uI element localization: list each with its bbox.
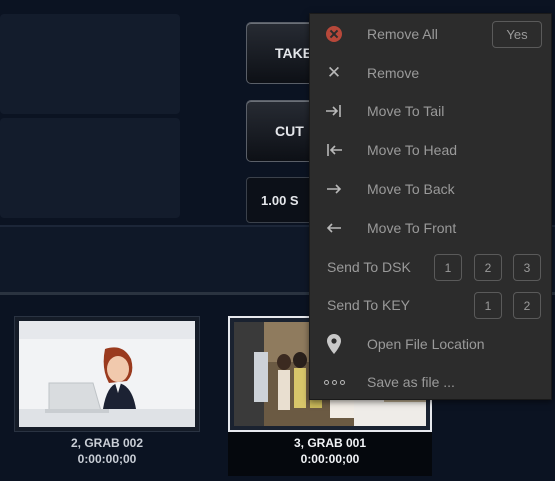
transition-duration-label: 1.00 S xyxy=(261,192,299,208)
menu-label: Move To Back xyxy=(367,181,455,197)
remove-all-icon xyxy=(324,24,344,44)
transition-duration-button[interactable]: 1.00 S xyxy=(246,177,318,223)
menu-label: Move To Front xyxy=(367,220,457,236)
media-title: 2, GRAB 002 xyxy=(70,436,144,450)
media-caption-2: 3, GRAB 001 0:00:00;00 xyxy=(237,435,423,467)
menu-label: Open File Location xyxy=(367,336,485,352)
media-timecode: 0:00:00;00 xyxy=(300,452,360,466)
map-pin-icon xyxy=(324,334,344,354)
menu-label: Remove xyxy=(367,65,420,81)
menu-label: Move To Head xyxy=(367,142,458,158)
media-timecode: 0:00:00;00 xyxy=(77,452,137,466)
media-title: 3, GRAB 001 xyxy=(293,436,367,450)
menu-label: Remove All xyxy=(367,26,438,42)
preview-panel-top xyxy=(0,14,180,114)
menu-label: Save as file ... xyxy=(367,374,455,390)
menu-item-move-to-tail[interactable]: Move To Tail xyxy=(310,93,553,129)
media-thumbnail xyxy=(19,321,195,427)
dsk-1-button[interactable]: 1 xyxy=(434,254,462,281)
close-icon: ✕ xyxy=(326,63,342,82)
key-1-button[interactable]: 1 xyxy=(474,292,502,319)
arrow-left-icon xyxy=(324,218,344,238)
media-caption-1: 2, GRAB 002 0:00:00;00 xyxy=(14,435,200,467)
key-2-button[interactable]: 2 xyxy=(513,292,541,319)
dsk-3-button[interactable]: 3 xyxy=(513,254,541,281)
menu-item-move-to-head[interactable]: Move To Head xyxy=(310,132,553,168)
cut-button-label: CUT xyxy=(275,123,304,139)
menu-item-open-file-location[interactable]: Open File Location xyxy=(310,326,553,362)
preview-panel-bottom xyxy=(0,118,180,218)
menu-label: Move To Tail xyxy=(367,103,445,119)
menu-item-save-as-file[interactable]: Save as file ... xyxy=(310,364,553,400)
dsk-2-button[interactable]: 2 xyxy=(474,254,502,281)
more-dots-icon xyxy=(323,372,345,392)
confirm-yes-button[interactable]: Yes xyxy=(492,21,542,48)
arrow-to-end-icon xyxy=(324,101,344,121)
media-item-grab-002[interactable] xyxy=(14,316,200,432)
menu-item-move-to-front[interactable]: Move To Front xyxy=(310,210,553,246)
menu-label: Send To KEY xyxy=(327,297,411,313)
arrow-to-start-icon xyxy=(324,140,344,160)
menu-item-remove[interactable]: ✕ Remove xyxy=(310,55,553,91)
arrow-right-icon xyxy=(324,179,344,199)
take-button-label: TAKE xyxy=(275,45,313,61)
menu-label: Send To DSK xyxy=(327,259,411,275)
context-menu: Remove All Yes ✕ Remove Move To Tail Mov… xyxy=(309,13,552,400)
menu-item-move-to-back[interactable]: Move To Back xyxy=(310,171,553,207)
